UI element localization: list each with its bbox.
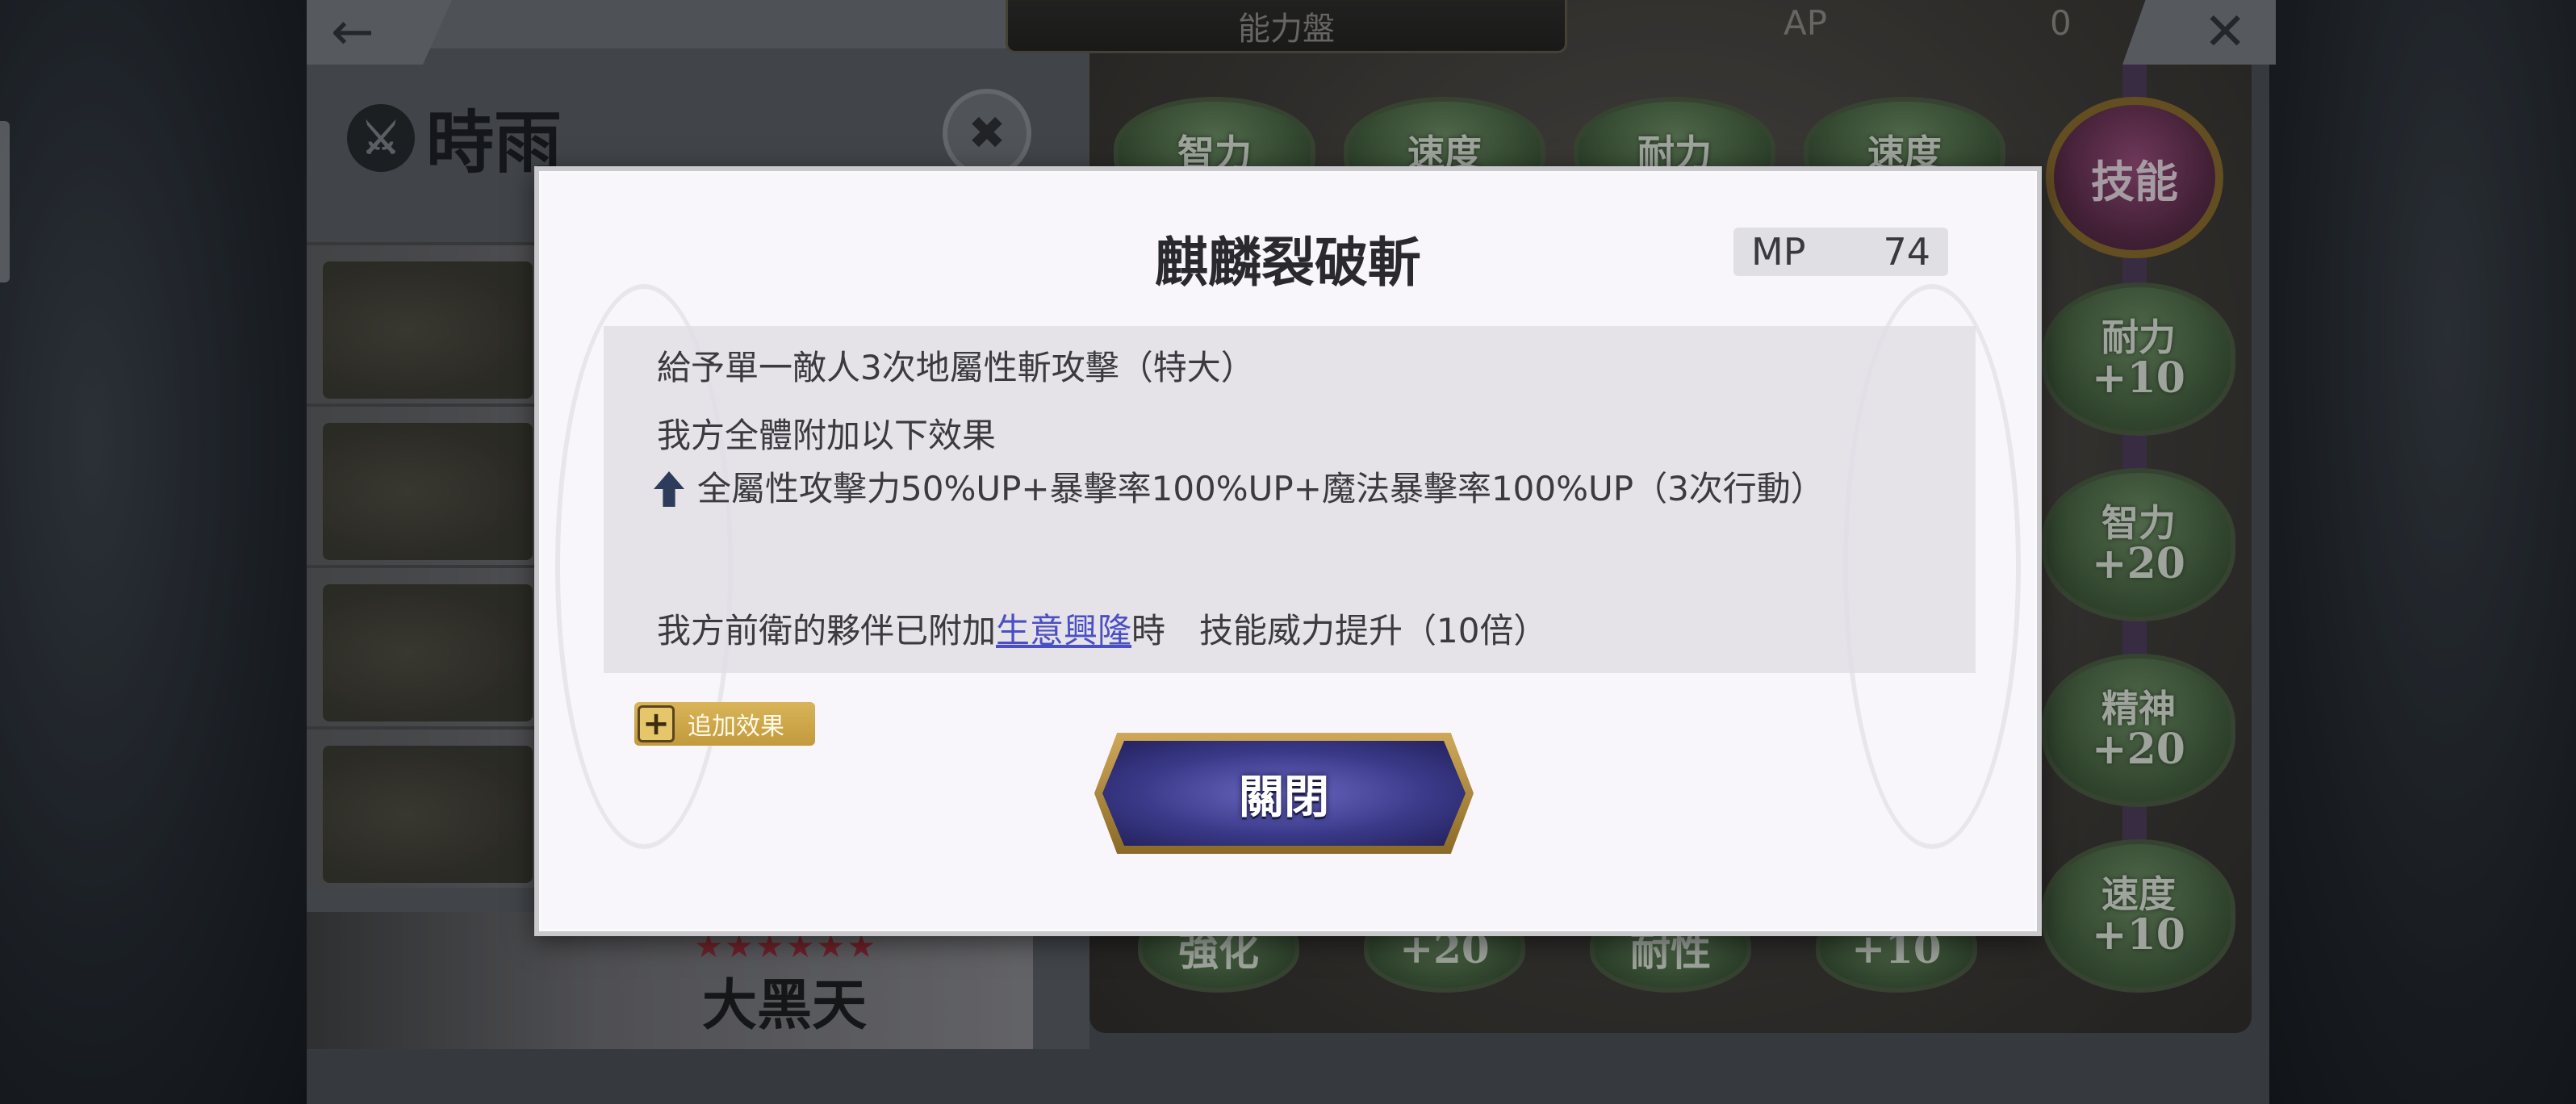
extra-effect-line: 我方前衛的夥伴已附加生意興隆時 技能威力提升（10倍） — [657, 611, 1548, 650]
plus-icon: + — [638, 705, 675, 742]
status-effect-link[interactable]: 生意興隆 — [996, 611, 1131, 650]
close-button[interactable]: 關閉 — [1094, 733, 1474, 854]
mp-cost: MP 74 — [1733, 228, 1948, 276]
buff-up-arrow-icon — [654, 471, 684, 507]
mp-value: 74 — [1883, 230, 1930, 274]
buff-line: 全屬性攻擊力50%UP+暴擊率100%UP+魔法暴擊率100%UP（3次行動） — [654, 462, 1825, 511]
description-line: 我方全體附加以下效果 — [657, 416, 997, 455]
description-line: 給予單一敵人3次地屬性斬攻擊（特大） — [657, 348, 1255, 387]
skill-description: 給予單一敵人3次地屬性斬攻擊（特大） 我方全體附加以下效果 全屬性攻擊力50%U… — [604, 326, 1976, 746]
skill-detail-dialog: 麒麟裂破斬 MP 74 給予單一敵人3次地屬性斬攻擊（特大） 我方全體附加以下效… — [534, 166, 2042, 936]
mp-label: MP — [1751, 230, 1806, 274]
extra-effect-tag: + 追加效果 — [634, 702, 815, 746]
